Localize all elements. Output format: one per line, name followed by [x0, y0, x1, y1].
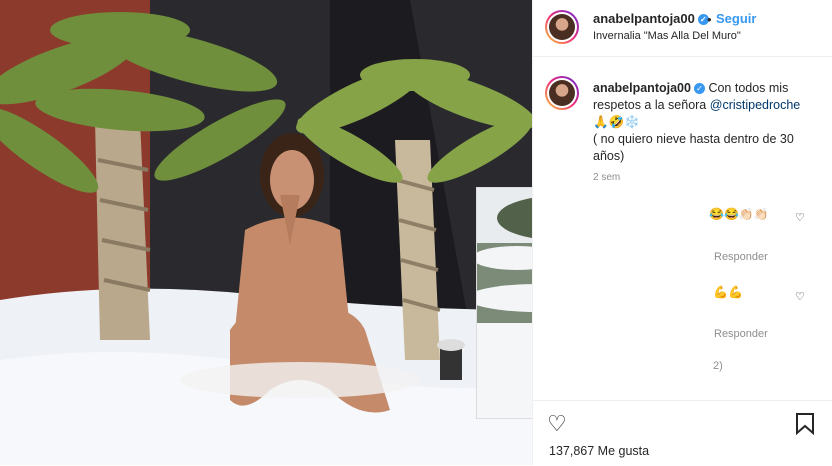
- post-side-panel: anabelpantoja00 ✓ • Seguir Invernalia "Ma…: [532, 0, 832, 465]
- post-actions-bar: ♡ 137,867 Me gusta: [533, 400, 832, 466]
- caption-emojis: 🙏🤣❄️: [593, 115, 640, 129]
- caption-avatar[interactable]: [545, 76, 579, 110]
- avatar-photo: [549, 14, 575, 40]
- comment-1-reply-button[interactable]: Responder: [714, 251, 768, 263]
- avatar-photo: [549, 80, 575, 106]
- likes-count[interactable]: 137,867 Me gusta: [549, 444, 649, 458]
- dot-separator: •: [707, 12, 712, 27]
- post-image[interactable]: [0, 0, 532, 465]
- post-caption: anabelpantoja00 ✓ Con todos mis respetos …: [593, 80, 823, 165]
- post-header: anabelpantoja00 ✓ • Seguir Invernalia "Ma…: [533, 0, 832, 57]
- caption-line2: ( no quiero nieve hasta dentro de 30 año…: [593, 132, 794, 163]
- user-avatar[interactable]: [545, 10, 579, 44]
- header-username-text[interactable]: anabelpantoja00: [593, 11, 695, 26]
- avatar-ring: [547, 78, 577, 108]
- view-replies-button[interactable]: 2): [713, 360, 723, 372]
- comment-1-heart-icon[interactable]: ♡: [795, 211, 805, 224]
- like-heart-icon[interactable]: ♡: [547, 411, 567, 437]
- follow-button[interactable]: Seguir: [716, 11, 756, 26]
- bookmark-icon[interactable]: [795, 413, 815, 435]
- location-link[interactable]: Invernalia "Mas Alla Del Muro": [593, 30, 741, 42]
- comment-2-reply-button[interactable]: Responder: [714, 328, 768, 340]
- avatar-ring: [547, 12, 577, 42]
- comment-2-heart-icon[interactable]: ♡: [795, 290, 805, 303]
- comment-2-text: 💪💪: [713, 285, 743, 299]
- header-username[interactable]: anabelpantoja00 ✓: [593, 11, 709, 26]
- caption-mention[interactable]: @cristipedroche: [710, 98, 801, 112]
- post-image-graphic: [0, 0, 532, 465]
- comment-1-text: 😂😂👏🏻👏🏻: [709, 207, 769, 221]
- verified-badge-icon: ✓: [693, 83, 705, 95]
- caption-timestamp[interactable]: 2 sem: [593, 172, 620, 183]
- caption-username[interactable]: anabelpantoja00: [593, 81, 691, 95]
